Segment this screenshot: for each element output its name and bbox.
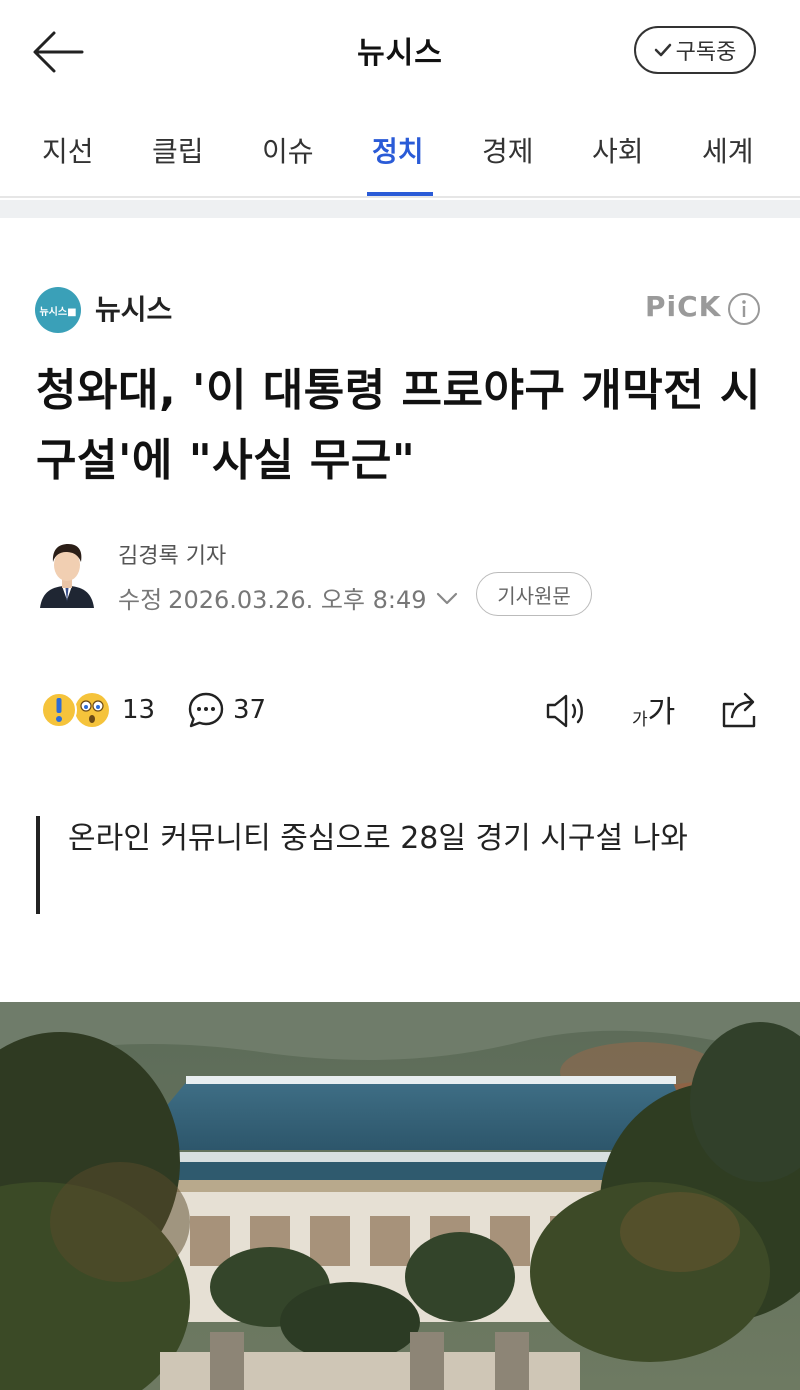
date-value: 2026.03.26. 오후 8:49 xyxy=(168,586,427,614)
summary-bar xyxy=(36,816,40,914)
pick-badge: PiCK xyxy=(645,290,722,323)
blue-house-photo xyxy=(0,1002,800,1390)
comment-icon xyxy=(188,692,224,728)
category-tabs: 지선 클립 이슈 정치 경제 사회 세계 xyxy=(0,100,800,198)
section-divider xyxy=(0,200,800,218)
font-size-button[interactable]: 가 가 xyxy=(632,690,676,731)
speaker-icon[interactable] xyxy=(544,692,590,730)
press-name[interactable]: 뉴시스 xyxy=(95,288,172,328)
info-icon[interactable] xyxy=(727,292,761,326)
article-title: 청와대, '이 대통령 프로야구 개막전 시구설'에 "사실 무근" xyxy=(36,365,761,486)
font-size-small-glyph: 가 xyxy=(632,710,648,730)
reaction-icon xyxy=(41,692,109,728)
reporter-avatar[interactable] xyxy=(38,540,96,608)
press-logo[interactable]: 뉴시스■ xyxy=(35,287,81,333)
tab-issue[interactable]: 이슈 xyxy=(262,130,314,170)
active-tab-indicator xyxy=(367,192,433,196)
subscribe-button[interactable]: 구독중 xyxy=(634,26,756,74)
reaction-button[interactable]: 13 xyxy=(40,690,155,730)
tab-jiseon[interactable]: 지선 xyxy=(42,130,94,170)
tab-world[interactable]: 세계 xyxy=(702,130,754,170)
tab-society[interactable]: 사회 xyxy=(592,130,644,170)
article-photo[interactable] xyxy=(0,1002,800,1390)
press-logo-text: 뉴시스■ xyxy=(39,306,77,318)
date-label: 수정 xyxy=(118,586,163,614)
subscribe-label: 구독중 xyxy=(675,40,737,65)
original-article-button[interactable]: 기사원문 xyxy=(476,572,592,616)
article-summary: 온라인 커뮤니티 중심으로 28일 경기 시구설 나와 xyxy=(68,821,688,856)
tab-economy[interactable]: 경제 xyxy=(482,130,534,170)
dateline: 수정 2026.03.26. 오후 8:49 xyxy=(118,580,461,615)
font-size-big-glyph: 가 xyxy=(647,695,676,730)
share-icon[interactable] xyxy=(718,690,762,730)
top-bar: 뉴시스 구독중 xyxy=(0,0,800,100)
comment-button[interactable]: 37 xyxy=(187,690,266,730)
reaction-count: 13 xyxy=(122,695,156,725)
comment-count: 37 xyxy=(233,695,267,725)
tab-politics[interactable]: 정치 xyxy=(372,130,424,170)
check-icon xyxy=(654,43,671,57)
tab-clip[interactable]: 클립 xyxy=(152,130,204,170)
reporter-name[interactable]: 김경록 기자 xyxy=(118,538,226,570)
chevron-down-icon[interactable] xyxy=(433,584,461,612)
